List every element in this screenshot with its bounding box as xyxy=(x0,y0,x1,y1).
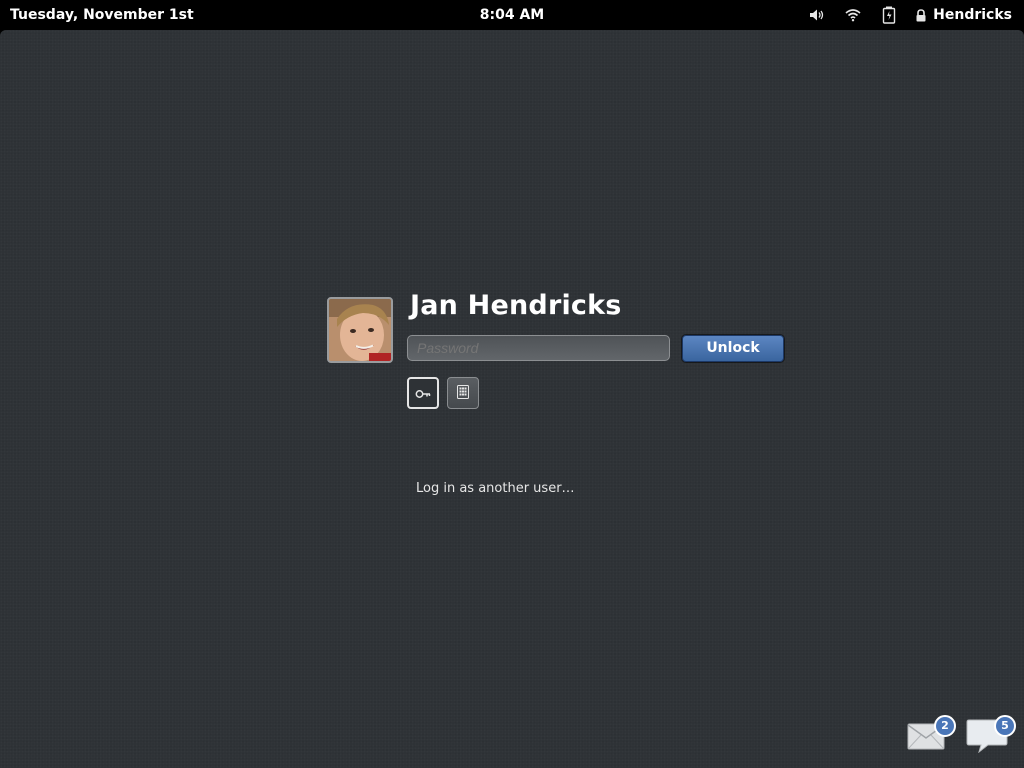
user-name-label: Hendricks xyxy=(933,7,1012,23)
key-icon xyxy=(415,384,431,403)
battery-icon[interactable] xyxy=(879,5,899,25)
wifi-icon[interactable] xyxy=(843,5,863,25)
lock-screen xyxy=(0,30,1024,768)
user-menu[interactable]: Hendricks xyxy=(915,7,1012,23)
mail-count-badge: 2 xyxy=(934,715,956,737)
date-label[interactable]: Tuesday, November 1st xyxy=(10,7,194,23)
chat-count-badge: 5 xyxy=(994,715,1016,737)
keypad-icon xyxy=(457,384,469,403)
user-display-name: Jan Hendricks xyxy=(410,290,622,321)
volume-icon[interactable] xyxy=(807,5,827,25)
top-bar: Tuesday, November 1st 8:04 AM Hendricks xyxy=(0,0,1024,30)
mail-notification[interactable]: 2 xyxy=(907,715,956,755)
other-user-link[interactable]: Log in as another user… xyxy=(416,481,575,496)
unlock-button[interactable]: Unlock xyxy=(682,335,784,362)
lock-icon xyxy=(915,8,927,22)
keypad-auth-button[interactable] xyxy=(447,377,479,409)
chat-notification[interactable]: 5 xyxy=(966,715,1016,755)
password-auth-button[interactable] xyxy=(407,377,439,409)
avatar xyxy=(327,297,393,363)
status-area: Hendricks xyxy=(791,4,1012,26)
password-input[interactable] xyxy=(407,335,670,361)
